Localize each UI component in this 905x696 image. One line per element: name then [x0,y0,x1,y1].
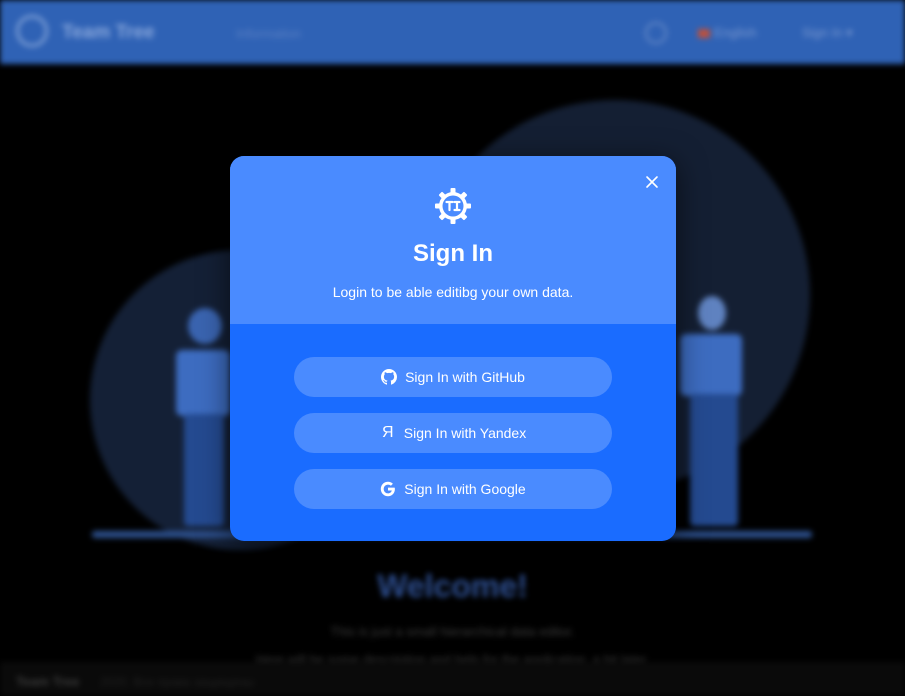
top-navbar: Team Tree Information English Sign In ▾ [0,0,905,64]
app-brand[interactable]: Team Tree [62,22,155,44]
sign-in-google-button[interactable]: Sign In with Google [294,469,612,509]
close-icon[interactable] [642,172,662,192]
header-sign-in[interactable]: Sign In ▾ [802,25,853,41]
sign-in-github-button[interactable]: Sign In with GitHub [294,357,612,397]
footer: Team Tree 2020. Все права защищены [0,662,905,696]
sign-in-yandex-button[interactable]: Я Sign In with Yandex [294,413,612,453]
hero-line-1: This is just a small hierarchical data e… [330,624,575,639]
app-logo-icon[interactable] [16,15,48,47]
language-label: English [714,25,757,40]
sign-in-yandex-label: Sign In with Yandex [403,425,527,441]
footer-brand: Team Tree [16,674,80,689]
team-tree-logo-icon [435,188,471,224]
yandex-icon: Я [381,424,394,441]
modal-header: Sign In Login to be able editibg your ow… [230,156,676,324]
sign-in-google-label: Sign In with Google [404,481,526,497]
modal-title: Sign In [413,240,493,267]
sign-in-github-label: Sign In with GitHub [405,369,525,385]
header-sign-in-label: Sign In [802,25,843,40]
chevron-down-icon: ▾ [846,25,853,40]
flag-icon [698,29,710,39]
hero-title: Welcome! [377,568,528,604]
footer-text: 2020. Все права защищены [100,675,254,689]
language-selector[interactable]: English [698,25,757,40]
github-icon [381,369,398,385]
nav-information[interactable]: Information [236,26,301,41]
modal-subtitle: Login to be able editibg your own data. [332,284,574,300]
theme-toggle-icon[interactable] [645,22,667,44]
sign-in-modal: Sign In Login to be able editibg your ow… [230,156,676,541]
google-icon [380,481,396,497]
